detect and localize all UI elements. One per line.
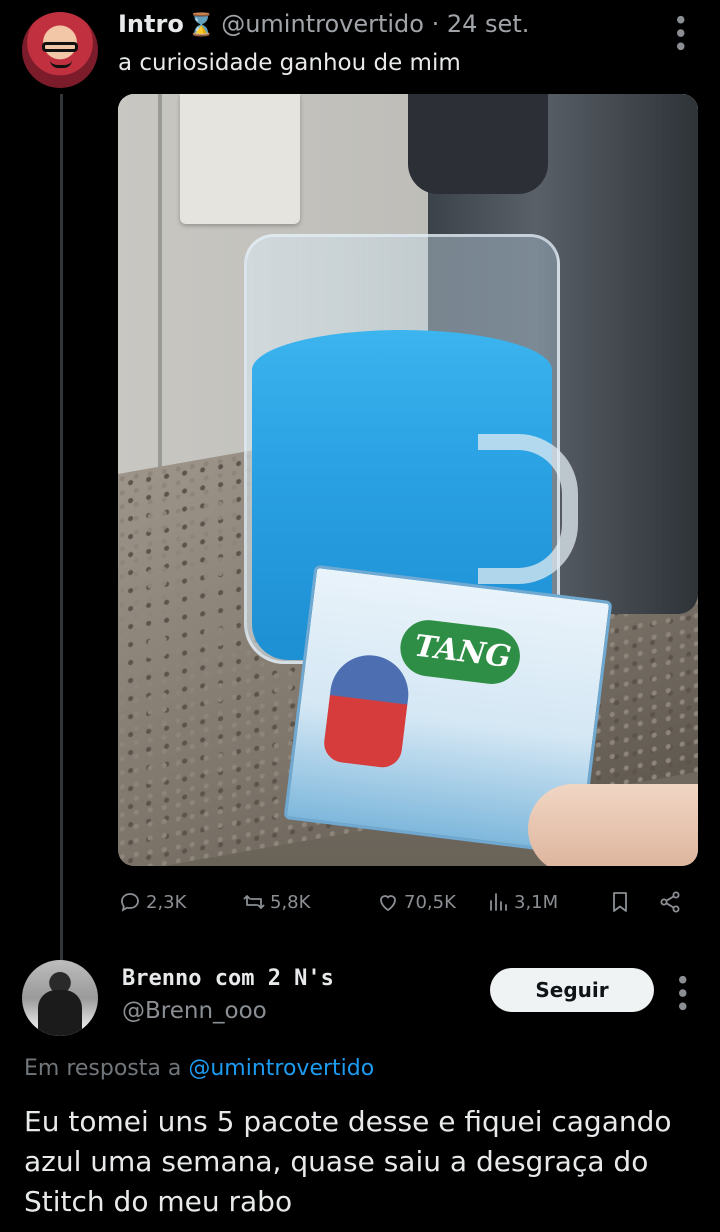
follow-button[interactable]: Seguir (490, 968, 654, 1012)
tweet-photo[interactable]: TANG (118, 94, 698, 866)
separator-dot: · (431, 10, 440, 38)
share-icon (660, 891, 680, 913)
more-icon[interactable]: ••• (666, 972, 696, 1012)
avatar[interactable] (22, 12, 98, 88)
views-button[interactable]: 3,1M (486, 890, 558, 914)
bookmark-icon (613, 892, 627, 912)
like-count: 70,5K (404, 891, 456, 913)
retweet-button[interactable]: 5,8K (242, 890, 310, 914)
like-icon (380, 895, 396, 912)
author-handle[interactable]: @umintrovertido (221, 10, 424, 38)
share-button[interactable] (658, 890, 682, 914)
photo-hand (528, 784, 698, 866)
like-button[interactable]: 70,5K (376, 890, 456, 914)
author-name[interactable]: Intro (118, 10, 184, 38)
more-icon[interactable]: ••• (664, 12, 694, 52)
avatar-figure (38, 990, 82, 1036)
avatar[interactable] (22, 960, 98, 1036)
retweet-count: 5,8K (270, 891, 311, 913)
tweet-date[interactable]: 24 set. (447, 10, 529, 38)
thread-connector-line (60, 94, 63, 960)
photo-purifier-head (408, 94, 548, 194)
avatar-grin (50, 60, 72, 68)
reply-prefix: Em resposta a (24, 1056, 182, 1081)
reply-count: 2,3K (146, 891, 187, 913)
photo-pitcher-handle (478, 434, 578, 584)
author-handle[interactable]: @Brenn_ooo (122, 998, 267, 1024)
views-icon (490, 893, 507, 911)
author-name[interactable]: Brenno com 2 N's (122, 966, 334, 991)
avatar-glasses (42, 42, 78, 52)
photo-socket (180, 94, 300, 224)
retweet-icon (243, 895, 265, 909)
reply-context: Em resposta a @umintrovertido (24, 1056, 374, 1081)
tweet-text: a curiosidade ganhou de mim (118, 50, 461, 76)
tweet-text: Eu tomei uns 5 pacote desse e fiquei cag… (24, 1105, 672, 1218)
action-bar: 2,3K 5,8K 70,5K 3,1M (118, 884, 698, 924)
reply-icon (121, 893, 139, 912)
reply-button[interactable]: 2,3K (118, 890, 186, 914)
sachet-character (321, 650, 413, 770)
tweet-header: Intro ⌛ @umintrovertido · 24 set. (118, 10, 529, 38)
reply-mention-link[interactable]: @umintrovertido (188, 1056, 374, 1081)
views-count: 3,1M (514, 891, 559, 913)
hourglass-icon: ⌛ (187, 13, 216, 38)
bookmark-button[interactable] (608, 890, 632, 914)
